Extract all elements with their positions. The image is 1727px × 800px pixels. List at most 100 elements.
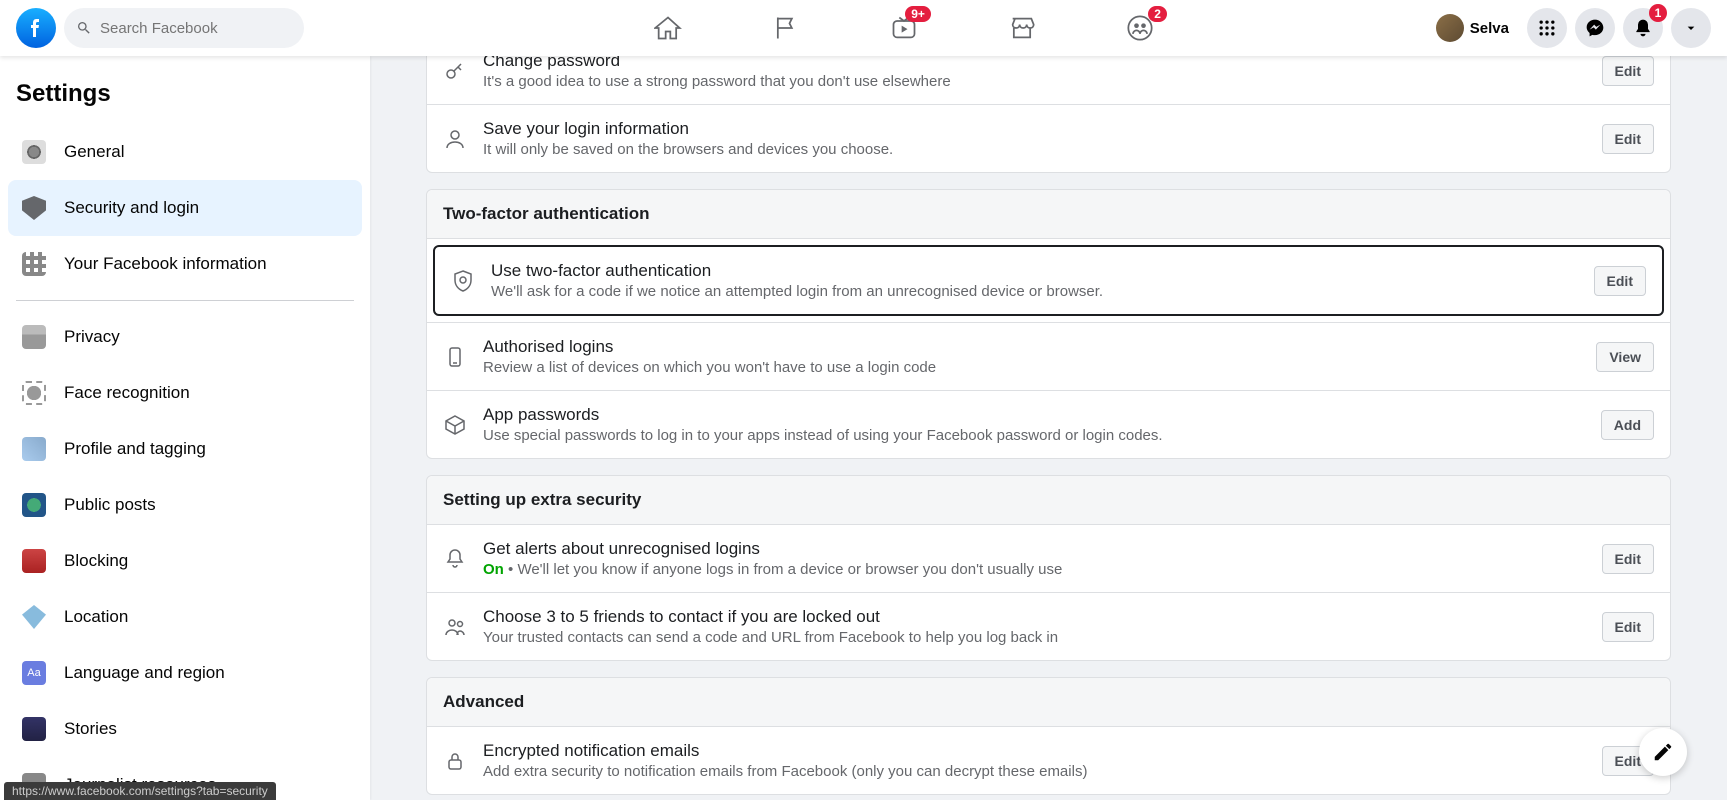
ico-profile-icon bbox=[16, 431, 52, 467]
row-desc: Your trusted contacts can send a code an… bbox=[483, 629, 1586, 646]
nav-home[interactable] bbox=[613, 4, 723, 52]
lock-icon bbox=[443, 749, 467, 773]
advanced-heading: Advanced bbox=[427, 678, 1670, 727]
row-body: App passwords Use special passwords to l… bbox=[483, 405, 1585, 444]
sidebar-item-privacy[interactable]: Privacy bbox=[8, 309, 362, 365]
row-title: Authorised logins bbox=[483, 337, 1580, 357]
edit-button[interactable]: Edit bbox=[1602, 612, 1654, 642]
sidebar-item-label: Blocking bbox=[64, 551, 128, 571]
sidebar-item-label: Security and login bbox=[64, 198, 199, 218]
row-desc: On • We'll let you know if anyone logs i… bbox=[483, 561, 1586, 578]
sidebar-item-blocking[interactable]: Blocking bbox=[8, 533, 362, 589]
friends-icon bbox=[443, 615, 467, 639]
ico-security-icon bbox=[16, 190, 52, 226]
row-body: Authorised logins Review a list of devic… bbox=[483, 337, 1580, 376]
nav-groups[interactable]: 2 bbox=[1085, 4, 1195, 52]
ico-info-icon bbox=[16, 246, 52, 282]
row-desc: It will only be saved on the browsers an… bbox=[483, 141, 1586, 158]
row-body: Encrypted notification emails Add extra … bbox=[483, 741, 1586, 780]
advanced-section: Advanced Encrypted notification emails A… bbox=[426, 677, 1671, 795]
menu-button[interactable] bbox=[1527, 8, 1567, 48]
facebook-logo[interactable] bbox=[16, 8, 56, 48]
search-icon bbox=[76, 20, 92, 36]
status-url: https://www.facebook.com/settings?tab=se… bbox=[4, 782, 276, 800]
sidebar-item-label: General bbox=[64, 142, 124, 162]
pencil-icon bbox=[1652, 741, 1674, 763]
notifications-button[interactable]: 1 bbox=[1623, 8, 1663, 48]
row-title: Encrypted notification emails bbox=[483, 741, 1586, 761]
sidebar-item-language-and-region[interactable]: AaLanguage and region bbox=[8, 645, 362, 701]
nav-pages[interactable] bbox=[731, 4, 841, 52]
row-title: Use two-factor authentication bbox=[491, 261, 1578, 281]
ico-public-icon bbox=[16, 487, 52, 523]
sidebar-item-label: Privacy bbox=[64, 327, 120, 347]
tfa-section: Two-factor authentication Use two-factor… bbox=[426, 189, 1671, 459]
row-status: On bbox=[483, 561, 504, 578]
ico-blocking-icon bbox=[16, 543, 52, 579]
add-button[interactable]: Add bbox=[1601, 410, 1654, 440]
edit-fab[interactable] bbox=[1639, 728, 1687, 776]
edit-button[interactable]: Edit bbox=[1602, 56, 1654, 86]
nav-marketplace[interactable] bbox=[967, 4, 1077, 52]
shield-icon bbox=[451, 269, 475, 293]
sidebar-item-security-and-login[interactable]: Security and login bbox=[8, 180, 362, 236]
profile-chip[interactable]: Selva bbox=[1432, 10, 1519, 46]
main-content[interactable]: Change password It's a good idea to use … bbox=[370, 56, 1727, 800]
profile-name: Selva bbox=[1470, 20, 1509, 37]
messenger-icon bbox=[1585, 18, 1605, 38]
chevron-down-icon bbox=[1683, 20, 1699, 36]
settings-row: Get alerts about unrecognised logins On … bbox=[427, 525, 1670, 592]
sidebar-item-label: Location bbox=[64, 607, 128, 627]
sidebar-item-your-facebook-information[interactable]: Your Facebook information bbox=[8, 236, 362, 292]
settings-row: Choose 3 to 5 friends to contact if you … bbox=[427, 592, 1670, 660]
edit-button[interactable]: Edit bbox=[1602, 544, 1654, 574]
extra-heading: Setting up extra security bbox=[427, 476, 1670, 525]
account-dropdown-button[interactable] bbox=[1671, 8, 1711, 48]
ico-general-icon bbox=[16, 134, 52, 170]
row-title: Save your login information bbox=[483, 119, 1586, 139]
tfa-heading: Two-factor authentication bbox=[427, 190, 1670, 239]
header-left bbox=[16, 8, 376, 48]
row-desc: It's a good idea to use a strong passwor… bbox=[483, 73, 1586, 90]
search-box[interactable] bbox=[64, 8, 304, 48]
search-input[interactable] bbox=[100, 20, 292, 37]
login-section: Change password It's a good idea to use … bbox=[426, 56, 1671, 173]
sidebar-item-stories[interactable]: Stories bbox=[8, 701, 362, 757]
header-nav: 9+ 2 bbox=[376, 4, 1432, 52]
edit-button[interactable]: Edit bbox=[1602, 124, 1654, 154]
sidebar-title: Settings bbox=[8, 72, 362, 124]
sidebar-item-label: Stories bbox=[64, 719, 117, 739]
settings-row: App passwords Use special passwords to l… bbox=[427, 390, 1670, 458]
row-title: Choose 3 to 5 friends to contact if you … bbox=[483, 607, 1586, 627]
avatar bbox=[1436, 14, 1464, 42]
row-title: App passwords bbox=[483, 405, 1585, 425]
settings-row: Authorised logins Review a list of devic… bbox=[427, 322, 1670, 390]
bell-icon bbox=[443, 547, 467, 571]
flag-icon bbox=[772, 14, 800, 42]
row-body: Save your login information It will only… bbox=[483, 119, 1586, 158]
row-title: Change password bbox=[483, 56, 1586, 71]
sidebar-item-label: Face recognition bbox=[64, 383, 190, 403]
sidebar-item-public-posts[interactable]: Public posts bbox=[8, 477, 362, 533]
sidebar-item-general[interactable]: General bbox=[8, 124, 362, 180]
notifications-badge: 1 bbox=[1649, 4, 1667, 22]
ico-privacy-icon bbox=[16, 319, 52, 355]
row-body: Change password It's a good idea to use … bbox=[483, 56, 1586, 90]
settings-row: Encrypted notification emails Add extra … bbox=[427, 727, 1670, 794]
messenger-button[interactable] bbox=[1575, 8, 1615, 48]
edit-button[interactable]: Edit bbox=[1594, 266, 1646, 296]
sidebar-item-face-recognition[interactable]: Face recognition bbox=[8, 365, 362, 421]
box-icon bbox=[443, 413, 467, 437]
row-body: Choose 3 to 5 friends to contact if you … bbox=[483, 607, 1586, 646]
settings-row: Save your login information It will only… bbox=[427, 104, 1670, 172]
sidebar-item-location[interactable]: Location bbox=[8, 589, 362, 645]
settings-row: Change password It's a good idea to use … bbox=[427, 56, 1670, 104]
ico-location-icon bbox=[16, 599, 52, 635]
row-title: Get alerts about unrecognised logins bbox=[483, 539, 1586, 559]
settings-row: Use two-factor authentication We'll ask … bbox=[433, 245, 1664, 316]
user-icon bbox=[443, 127, 467, 151]
row-body: Use two-factor authentication We'll ask … bbox=[491, 261, 1578, 300]
sidebar-item-profile-and-tagging[interactable]: Profile and tagging bbox=[8, 421, 362, 477]
view-button[interactable]: View bbox=[1596, 342, 1654, 372]
nav-watch[interactable]: 9+ bbox=[849, 4, 959, 52]
